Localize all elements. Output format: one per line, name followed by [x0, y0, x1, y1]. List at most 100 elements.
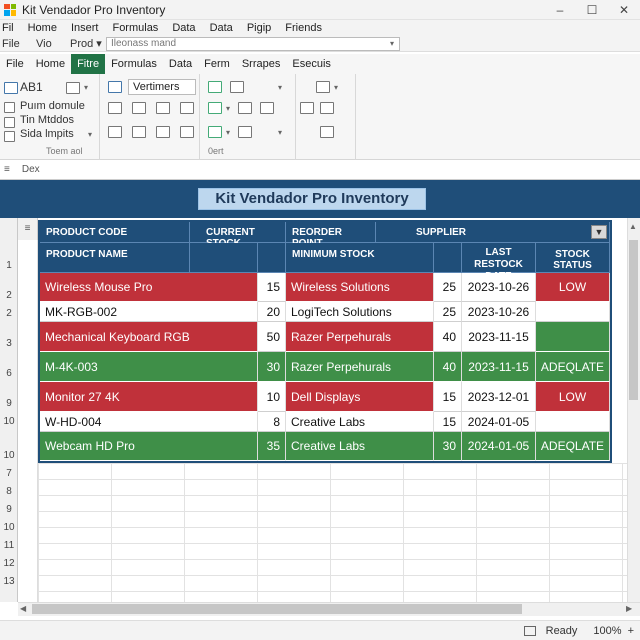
funnel-icon[interactable]: ▼	[591, 225, 607, 239]
page-view-icon[interactable]	[523, 625, 536, 636]
select-all-icon[interactable]: ≡	[18, 218, 38, 240]
cell-supplier[interactable]: Razer Perpehurals	[286, 322, 434, 352]
font-select[interactable]: Vertimers	[128, 79, 196, 95]
menu-prod[interactable]: Prod ▾	[70, 37, 102, 50]
row-number[interactable]: 7	[0, 468, 18, 479]
scroll-up-icon[interactable]: ▲	[629, 222, 637, 231]
cell-date[interactable]: 2023-12-01	[462, 382, 536, 412]
cell-status[interactable]	[536, 302, 610, 322]
refresh-icon[interactable]	[108, 102, 122, 114]
cell-status[interactable]: ADEQLATE	[536, 352, 610, 382]
delete-icon[interactable]	[300, 102, 314, 114]
checkbox-icon[interactable]	[4, 117, 15, 128]
chevron-down-icon[interactable]: ▾	[334, 83, 338, 92]
cell-status[interactable]	[536, 412, 610, 432]
cell-stock[interactable]: 30	[258, 352, 286, 382]
tab-file[interactable]: File	[0, 54, 30, 74]
row-number[interactable]: 8	[0, 486, 18, 497]
cell-product-name[interactable]: Webcam HD Pro	[40, 432, 258, 461]
insert-icon[interactable]	[316, 81, 330, 93]
cell-supplier[interactable]: LogiTech Solutions	[286, 302, 434, 322]
menu-file[interactable]: File	[2, 38, 20, 50]
header-product-code[interactable]: PRODUCT CODE	[40, 222, 190, 243]
header-current-stock[interactable]: CURRENT STOCK	[190, 222, 286, 249]
cell-min-stock[interactable]: 30	[434, 432, 462, 461]
sum-icon[interactable]	[320, 126, 334, 138]
tab-srrapes[interactable]: Srrapes	[236, 54, 287, 74]
cell-stock[interactable]: 8	[258, 412, 286, 432]
row-number[interactable]: 1	[0, 260, 18, 271]
cell-status[interactable]: LOW	[536, 382, 610, 412]
menu-data-2[interactable]: Data	[210, 22, 233, 34]
chevron-down-icon[interactable]: ▾	[390, 39, 394, 48]
chevron-down-icon[interactable]: ▾	[226, 128, 230, 137]
wrap-icon[interactable]	[180, 126, 194, 138]
row-number[interactable]: 11	[0, 540, 18, 551]
scroll-right-icon[interactable]: ▶	[626, 604, 632, 613]
list-icon[interactable]	[180, 102, 194, 114]
row-number[interactable]: 2	[0, 308, 18, 319]
cell-product-name[interactable]: Monitor 27 4K	[40, 382, 258, 412]
grid-icon[interactable]	[208, 102, 222, 114]
cell-min-stock[interactable]: 25	[434, 302, 462, 322]
cell-supplier[interactable]: Wireless Solutions	[286, 273, 434, 302]
filter-icon[interactable]	[260, 102, 274, 114]
cell-supplier[interactable]: Creative Labs	[286, 412, 434, 432]
font-icon[interactable]	[108, 81, 122, 93]
vertical-scroll-thumb[interactable]	[629, 240, 638, 400]
cell-min-stock[interactable]: 25	[434, 273, 462, 302]
cell-supplier[interactable]: Creative Labs	[286, 432, 434, 461]
cell-date[interactable]: 2023-11-15	[462, 352, 536, 382]
zoom-in-button[interactable]: +	[628, 625, 634, 637]
chevron-down-icon[interactable]: ▾	[84, 83, 88, 92]
search-input[interactable]: Ileonass mand	[106, 37, 400, 51]
header-stock-status[interactable]: STOCK STATUS	[536, 243, 610, 273]
cell-product-name[interactable]: W-HD-004	[40, 412, 258, 432]
cell-product-name[interactable]: M-4K-003	[40, 352, 258, 382]
cell-stock[interactable]: 20	[258, 302, 286, 322]
empty-grid[interactable]	[38, 463, 628, 603]
chevron-down-icon[interactable]: ▾	[226, 104, 230, 113]
cell-date[interactable]: 2023-10-26	[462, 273, 536, 302]
row-number[interactable]: 9	[0, 398, 18, 409]
cell-reference[interactable]: AB1	[20, 80, 43, 94]
zoom-level[interactable]: 100%	[593, 625, 621, 637]
formula-text[interactable]: Dex	[18, 164, 40, 175]
chevron-down-icon[interactable]: ▾	[278, 128, 282, 137]
row-number[interactable]: 12	[0, 558, 18, 569]
brush-icon[interactable]	[108, 126, 122, 138]
chevron-down-icon[interactable]: ▾	[88, 130, 92, 139]
cell-product-name[interactable]: MK-RGB-002	[40, 302, 258, 322]
cell-stock[interactable]: 35	[258, 432, 286, 461]
chevron-down-icon[interactable]: ▾	[278, 83, 282, 92]
checkbox-icon[interactable]	[4, 102, 15, 113]
maximize-button[interactable]: ☐	[576, 3, 608, 17]
paste-icon[interactable]	[156, 102, 170, 114]
cell-date[interactable]: 2024-01-05	[462, 432, 536, 461]
option-1[interactable]: Puım domule	[20, 100, 85, 112]
menu-icon[interactable]: ≡	[0, 164, 10, 175]
row-number[interactable]: 10	[0, 416, 18, 427]
tab-data[interactable]: Data	[163, 54, 198, 74]
close-button[interactable]: ✕	[608, 3, 640, 17]
table-icon[interactable]	[4, 82, 18, 94]
condition-icon[interactable]	[238, 126, 252, 138]
cell-status[interactable]	[536, 322, 610, 352]
checkbox-icon[interactable]	[4, 131, 15, 142]
menu-home[interactable]: Home	[28, 22, 57, 34]
row-number[interactable]: 10	[0, 450, 18, 461]
tab-home[interactable]: Home	[30, 54, 71, 74]
header-supplier[interactable]: SUPPLIER	[376, 222, 610, 243]
cell-supplier[interactable]: Dell Displays	[286, 382, 434, 412]
menu-pigip[interactable]: Pigip	[247, 22, 271, 34]
row-number[interactable]: 6	[0, 368, 18, 379]
cell-stock[interactable]: 10	[258, 382, 286, 412]
row-number[interactable]: 9	[0, 504, 18, 515]
cell-date[interactable]: 2023-10-26	[462, 302, 536, 322]
format-icon[interactable]	[66, 82, 80, 94]
menu-insert[interactable]: Insert	[71, 22, 99, 34]
row-number[interactable]: 10	[0, 522, 18, 533]
sort-icon[interactable]	[238, 102, 252, 114]
cell-min-stock[interactable]: 15	[434, 382, 462, 412]
tab-fitre[interactable]: Fitre	[71, 54, 106, 74]
